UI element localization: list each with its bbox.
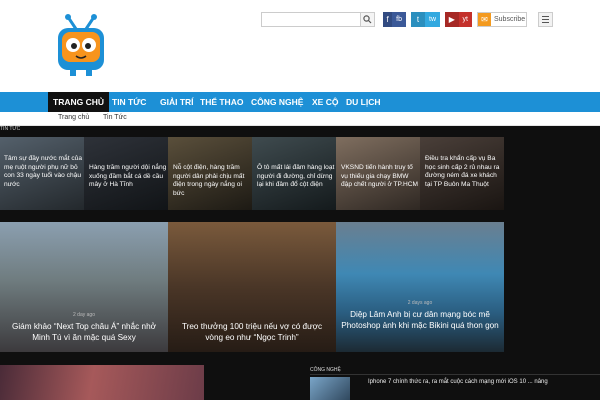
nav-item-the-thao[interactable]: THỂ THAO [195, 92, 248, 112]
tech-article-title[interactable]: Iphone 7 chính thức ra, ra mắt cuộc cách… [368, 378, 596, 386]
hamburger-menu-icon[interactable] [538, 12, 553, 27]
tech-section-label: CÔNG NGHỆ [310, 367, 341, 373]
sub-nav: Trang chủ Tin Tức [0, 112, 600, 126]
twitter-button[interactable]: t tw [411, 12, 440, 27]
subnav-item-news[interactable]: Tin Tức [103, 114, 127, 121]
nav-item-giai-tri[interactable]: GIẢI TRÍ [155, 92, 199, 112]
nav-item-xe-co[interactable]: XE CỘ [307, 92, 343, 112]
nav-item-du-lich[interactable]: DU LỊCH [341, 92, 385, 112]
tech-article-thumbnail[interactable] [310, 377, 350, 400]
featured-tile-meta: 2 day ago [73, 312, 95, 318]
nav-item-cong-nghe[interactable]: CÔNG NGHỆ [246, 92, 308, 112]
nav-item-trang-chu[interactable]: TRANG CHỦ [48, 92, 109, 112]
featured-tile-meta: 2 days ago [407, 300, 433, 306]
facebook-icon: f [383, 12, 393, 27]
news-tile-title[interactable]: Điều tra khẩn cấp vụ Ba học sinh cấp 2 r… [425, 155, 503, 189]
section-label: TIN TỨC [0, 126, 21, 132]
news-tile[interactable]: VKSND tiến hành truy tố vụ thiếu gia chạ… [336, 137, 420, 210]
news-tile-title[interactable]: Nỗ cột điện, hàng trăm người dân phải ch… [173, 164, 251, 198]
news-tile[interactable]: Tâm sự đầy nước mắt của mẹ ruột người ph… [0, 137, 84, 210]
news-tile[interactable]: Điều tra khẩn cấp vụ Ba học sinh cấp 2 r… [420, 137, 504, 210]
featured-tile[interactable]: Treo thưởng 100 triệu nếu vợ có được vòn… [168, 222, 336, 352]
news-tile-title[interactable]: VKSND tiến hành truy tố vụ thiếu gia chạ… [341, 164, 419, 190]
facebook-button[interactable]: f fb [383, 12, 406, 27]
featured-tile-title[interactable]: Diệp Lâm Anh bị cư dân mạng bóc mẽ Photo… [340, 310, 500, 331]
article-image[interactable] [0, 365, 204, 400]
featured-tile-title[interactable]: Giám khảo “Next Top châu Á” nhắc nhở Min… [4, 322, 164, 343]
youtube-button[interactable]: ▶ yt [445, 12, 472, 27]
twitter-icon: t [411, 12, 425, 27]
search-input[interactable] [261, 12, 361, 27]
featured-tile-title[interactable]: Treo thưởng 100 triệu nếu vợ có được vòn… [172, 322, 332, 343]
subnav-item-home[interactable]: Trang chủ [58, 114, 89, 121]
news-tile-title[interactable]: Ô tô mất lái đâm hàng loạt người đi đườn… [257, 164, 335, 190]
featured-tile[interactable]: 2 day ago Giám khảo “Next Top châu Á” nh… [0, 222, 168, 352]
featured-tile[interactable]: 2 days ago Diệp Lâm Anh bị cư dân mạng b… [336, 222, 504, 352]
search-button[interactable] [360, 12, 375, 27]
main-nav: TRANG CHỦ TIN TỨC GIẢI TRÍ THỂ THAO CÔNG… [0, 92, 600, 112]
site-header: f fb t tw ▶ yt ✉ Subscribe [0, 0, 600, 92]
news-tile-title[interactable]: Tâm sự đầy nước mắt của mẹ ruột người ph… [4, 155, 82, 189]
news-tile[interactable]: Hàng trăm người dội nắng xuống đầm bắt c… [84, 137, 168, 210]
news-tile-title[interactable]: Hàng trăm người dội nắng xuống đầm bắt c… [89, 164, 167, 190]
nav-item-tin-tuc[interactable]: TIN TỨC [107, 92, 151, 112]
subscribe-label: Subscribe [494, 16, 526, 23]
tv-mascot-logo[interactable] [54, 14, 108, 80]
news-tile[interactable]: Nỗ cột điện, hàng trăm người dân phải ch… [168, 137, 252, 210]
subscribe-button[interactable]: ✉ Subscribe [477, 12, 527, 27]
search-icon [363, 15, 372, 24]
news-tile[interactable]: Ô tô mất lái đâm hàng loạt người đi đườn… [252, 137, 336, 210]
email-icon: ✉ [478, 13, 491, 26]
youtube-icon: ▶ [445, 12, 459, 27]
section-divider [310, 374, 600, 375]
